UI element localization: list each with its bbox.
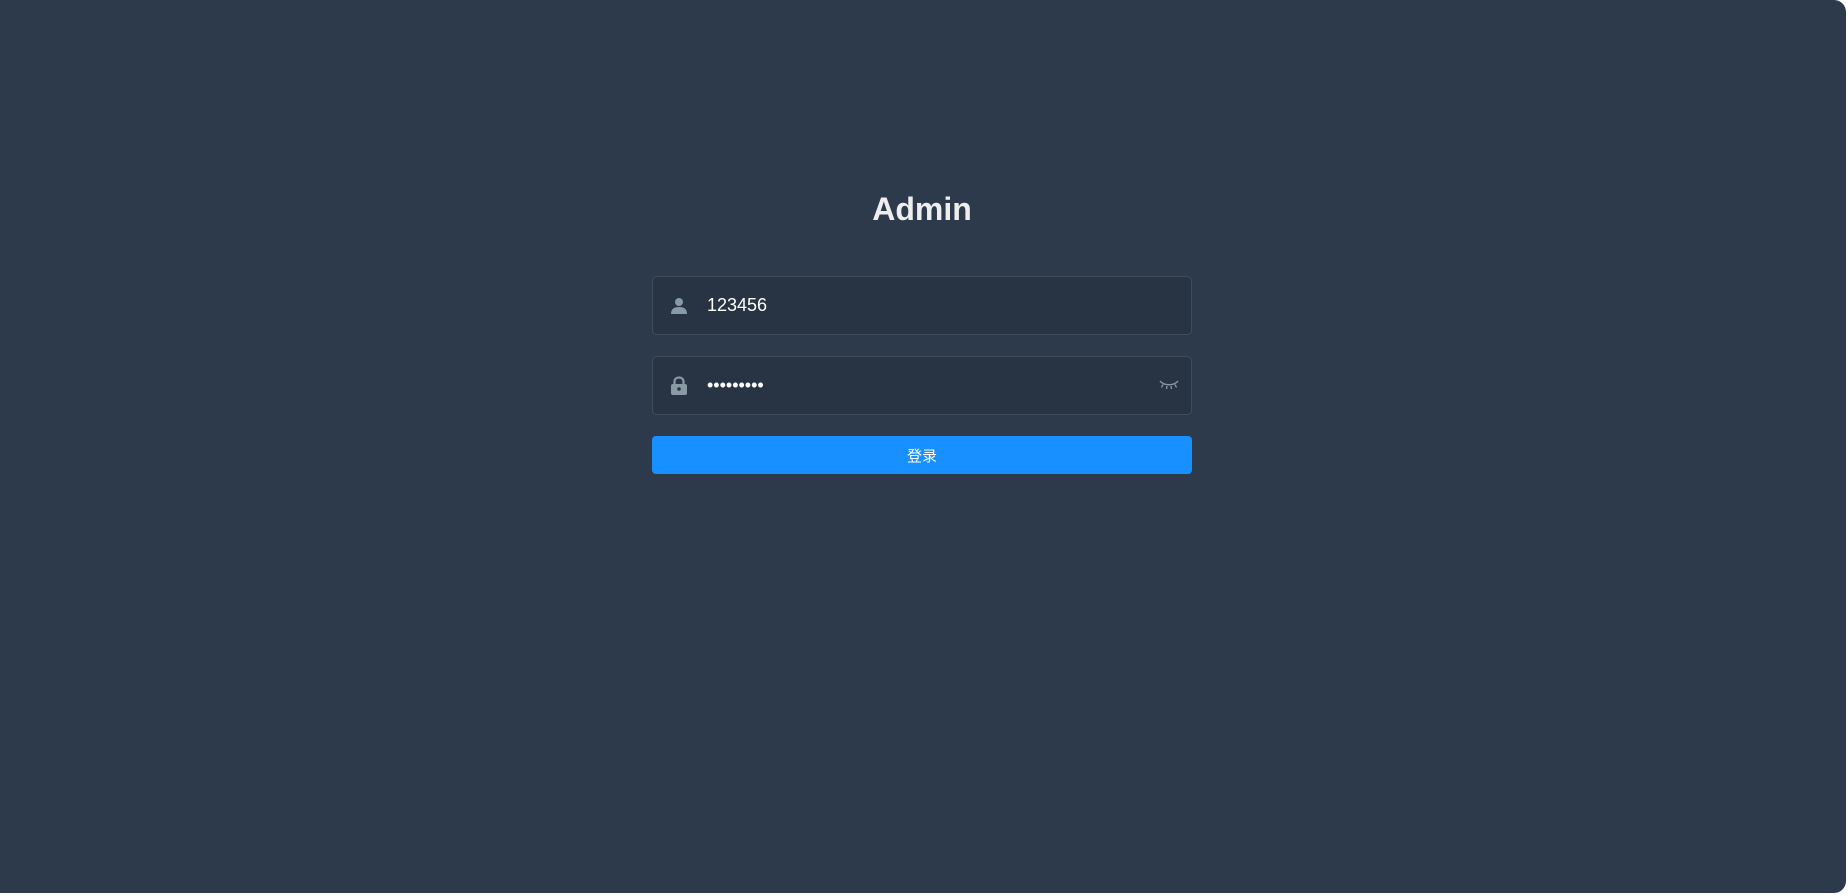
lock-icon (669, 376, 689, 396)
login-page: Admin ••••••••• (0, 0, 1846, 893)
username-input[interactable] (707, 277, 1127, 334)
login-title: Admin (872, 191, 972, 227)
username-field[interactable] (652, 276, 1192, 335)
eye-closed-icon[interactable] (1157, 373, 1181, 397)
login-form: Admin ••••••••• (652, 188, 1192, 474)
login-button[interactable]: 登录 (652, 436, 1192, 474)
user-icon (669, 296, 689, 316)
password-input[interactable]: ••••••••• (707, 357, 1127, 414)
password-field[interactable]: ••••••••• (652, 356, 1192, 415)
